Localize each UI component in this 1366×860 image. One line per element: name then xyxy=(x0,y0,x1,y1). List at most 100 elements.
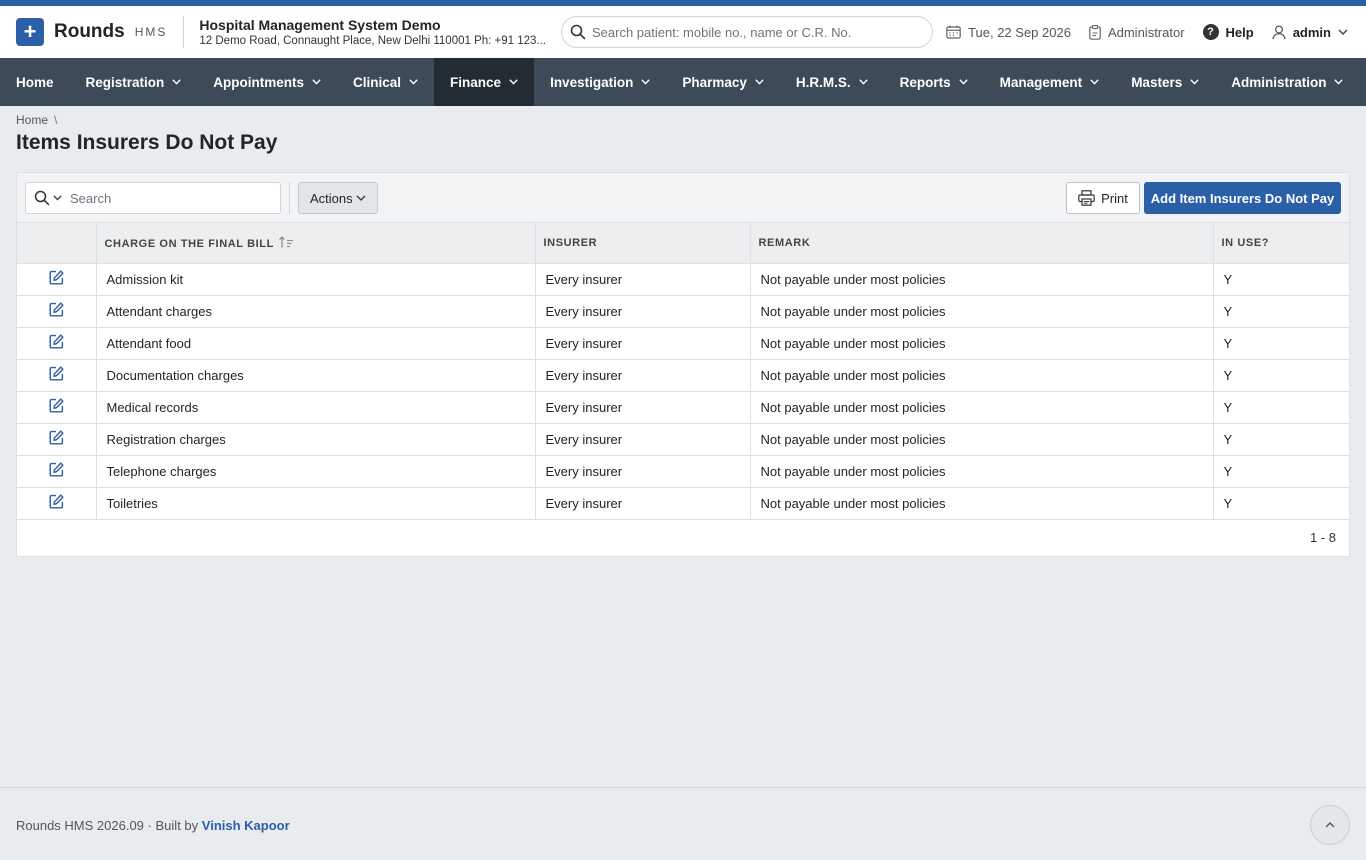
nav-masters[interactable]: Masters xyxy=(1115,58,1215,106)
chevron-down-icon xyxy=(409,79,418,85)
edit-icon[interactable] xyxy=(49,462,64,477)
cell-remark: Not payable under most policies xyxy=(750,391,1214,424)
table-row: Registration charges Every insurer Not p… xyxy=(17,423,1349,456)
role-display[interactable]: Administrator xyxy=(1089,25,1185,40)
hospital-info: Hospital Management System Demo 12 Demo … xyxy=(199,17,559,47)
nav-label: Investigation xyxy=(550,74,634,90)
cell-in-use: Y xyxy=(1213,295,1349,328)
user-menu[interactable]: admin xyxy=(1272,25,1348,40)
logo-icon[interactable]: + xyxy=(16,18,44,46)
chevron-down-icon xyxy=(641,79,651,85)
help-text: Help xyxy=(1225,24,1254,40)
column-header-remark[interactable]: REMARK xyxy=(750,223,1214,264)
chevron-down-icon xyxy=(958,79,968,85)
column-header-insurer[interactable]: INSURER xyxy=(535,223,751,264)
footer-text: Rounds HMS 2026.09 · Built by Vinish Kap… xyxy=(16,818,290,833)
nav-label: Pharmacy xyxy=(682,74,747,90)
main-nav: Home Registration Appointments Clinical … xyxy=(0,58,1366,106)
table-row: Documentation charges Every insurer Not … xyxy=(17,359,1349,392)
cell-insurer: Every insurer xyxy=(535,263,751,296)
nav-administration[interactable]: Administration xyxy=(1215,58,1359,106)
date-text: Tue, 22 Sep 2026 xyxy=(968,24,1071,40)
cell-in-use: Y xyxy=(1213,327,1349,360)
cell-charge: Registration charges xyxy=(96,423,536,456)
nav-home[interactable]: Home xyxy=(0,58,70,106)
chevron-down-icon xyxy=(172,79,181,85)
brand-name[interactable]: Rounds xyxy=(54,21,125,43)
chevron-down-icon xyxy=(1338,29,1348,35)
edit-icon[interactable] xyxy=(49,494,64,509)
nav-pharmacy[interactable]: Pharmacy xyxy=(666,58,780,106)
footer-author-link[interactable]: Vinish Kapoor xyxy=(202,818,290,833)
cell-in-use: Y xyxy=(1213,391,1349,424)
cell-insurer: Every insurer xyxy=(535,295,751,328)
cell-remark: Not payable under most policies xyxy=(750,295,1214,328)
role-text: Administrator xyxy=(1107,24,1185,40)
patient-search-input[interactable] xyxy=(592,24,922,40)
patient-search[interactable] xyxy=(561,16,933,48)
table-search-input[interactable] xyxy=(70,190,270,206)
nav-label: Masters xyxy=(1131,74,1183,90)
chevron-down-icon xyxy=(1190,79,1199,85)
edit-icon[interactable] xyxy=(49,430,64,445)
date-display: Tue, 22 Sep 2026 xyxy=(946,25,1071,40)
printer-icon xyxy=(1078,190,1095,206)
nav-finance[interactable]: Finance xyxy=(434,58,535,106)
table-row: Admission kit Every insurer Not payable … xyxy=(17,263,1349,296)
chevron-down-icon xyxy=(1090,79,1099,85)
table-search[interactable] xyxy=(25,182,281,214)
nav-label: H.R.M.S. xyxy=(795,74,851,90)
column-header-label: INSURER xyxy=(543,236,598,249)
breadcrumb-home[interactable]: Home xyxy=(16,113,48,127)
chevron-down-icon xyxy=(858,79,868,85)
chevron-down-icon[interactable] xyxy=(53,195,62,201)
edit-icon[interactable] xyxy=(49,398,64,413)
cell-in-use: Y xyxy=(1213,359,1349,392)
print-button[interactable]: Print xyxy=(1066,182,1140,214)
edit-cell xyxy=(17,455,97,488)
edit-icon[interactable] xyxy=(49,270,64,285)
edit-icon[interactable] xyxy=(49,334,64,349)
nav-clinical[interactable]: Clinical xyxy=(337,58,434,106)
cell-in-use: Y xyxy=(1213,455,1349,488)
actions-button[interactable]: Actions xyxy=(298,182,378,214)
breadcrumb: Home \ xyxy=(0,106,1366,128)
chevron-down-icon xyxy=(1334,79,1344,85)
cell-remark: Not payable under most policies xyxy=(750,327,1214,360)
search-icon xyxy=(570,24,586,40)
nav-label: Reports xyxy=(899,74,951,90)
nav-registration[interactable]: Registration xyxy=(70,58,198,106)
table-row: Attendant charges Every insurer Not paya… xyxy=(17,295,1349,328)
column-header-in-use[interactable]: IN USE? xyxy=(1213,223,1349,264)
edit-cell xyxy=(17,423,97,456)
cell-charge: Attendant food xyxy=(96,327,536,360)
chevron-up-icon xyxy=(1325,822,1335,828)
edit-cell xyxy=(17,263,97,296)
edit-icon[interactable] xyxy=(49,366,64,381)
nav-reports[interactable]: Reports xyxy=(884,58,984,106)
table-row: Medical records Every insurer Not payabl… xyxy=(17,391,1349,424)
cell-charge: Attendant charges xyxy=(96,295,536,328)
sort-ascending-icon[interactable] xyxy=(278,235,294,248)
column-header-charge[interactable]: CHARGE ON THE FINAL BILL xyxy=(96,223,536,264)
edit-icon[interactable] xyxy=(49,302,64,317)
help-link[interactable]: ? Help xyxy=(1202,24,1254,40)
table-row: Attendant food Every insurer Not payable… xyxy=(17,327,1349,360)
page-footer: Rounds HMS 2026.09 · Built by Vinish Kap… xyxy=(0,787,1366,860)
search-icon xyxy=(34,190,50,206)
nav-appointments[interactable]: Appointments xyxy=(197,58,337,106)
scroll-to-top-button[interactable] xyxy=(1310,805,1350,845)
add-item-button[interactable]: Add Item Insurers Do Not Pay xyxy=(1144,182,1341,214)
add-item-label: Add Item Insurers Do Not Pay xyxy=(1150,190,1335,206)
edit-cell xyxy=(17,295,97,328)
nav-label: Appointments xyxy=(213,74,305,90)
cell-remark: Not payable under most policies xyxy=(750,487,1214,520)
footer-built-by: Built by xyxy=(155,818,199,833)
nav-label: Clinical xyxy=(353,74,402,90)
nav-management[interactable]: Management xyxy=(984,58,1116,106)
items-table: CHARGE ON THE FINAL BILL INSURER REMARK … xyxy=(17,223,1349,520)
chevron-down-icon xyxy=(755,79,764,85)
nav-investigation[interactable]: Investigation xyxy=(534,58,666,106)
table-row: Telephone charges Every insurer Not paya… xyxy=(17,455,1349,488)
nav-hrms[interactable]: H.R.M.S. xyxy=(780,58,884,106)
